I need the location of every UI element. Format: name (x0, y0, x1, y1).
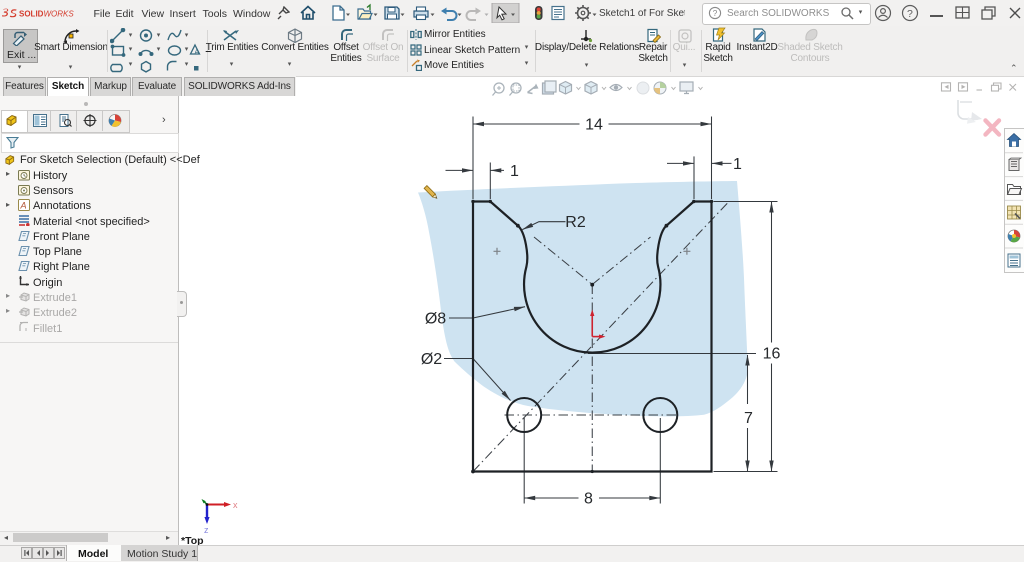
svg-text:16: 16 (763, 346, 781, 363)
svg-text:7: 7 (744, 410, 753, 427)
svg-text:R2: R2 (565, 214, 586, 231)
svg-text:?: ? (907, 8, 913, 20)
svg-text:z: z (204, 525, 209, 535)
svg-text:14: 14 (585, 117, 603, 134)
svg-text:1: 1 (510, 163, 519, 180)
svg-text:Ø8: Ø8 (425, 311, 446, 328)
svg-text:A: A (194, 49, 199, 56)
svg-text:x: x (233, 500, 238, 510)
svg-text:A: A (20, 201, 27, 211)
svg-text:?: ? (713, 8, 718, 18)
svg-text:SOLIDWORKS: SOLIDWORKS (19, 10, 74, 19)
svg-text:1: 1 (733, 156, 742, 173)
svg-text:8: 8 (584, 491, 593, 508)
svg-text:Ø2: Ø2 (421, 351, 442, 368)
svg-text:*Top: *Top (181, 535, 204, 545)
